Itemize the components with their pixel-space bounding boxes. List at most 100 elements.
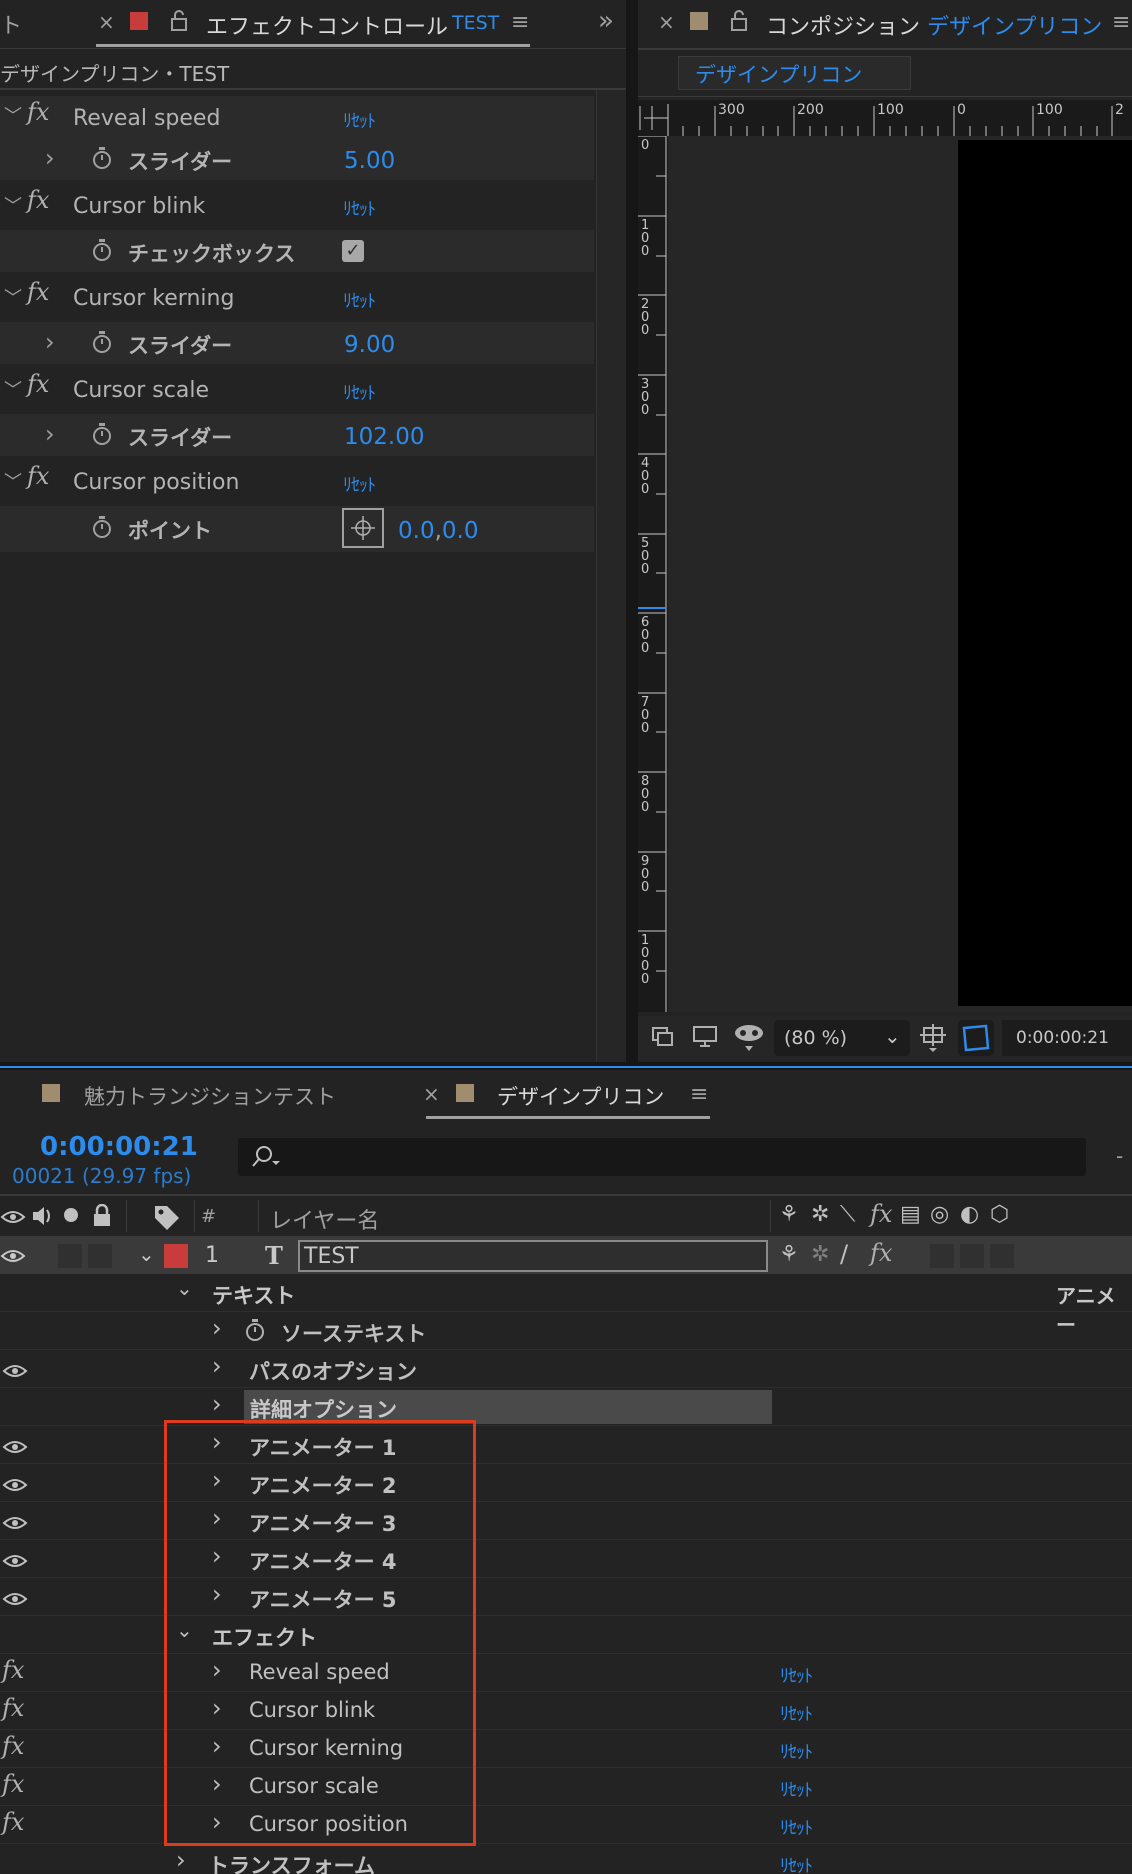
- snapshot-icon[interactable]: [650, 1024, 676, 1050]
- point-x-value[interactable]: 0.0: [398, 518, 435, 544]
- effect-switch-icon[interactable]: fx: [870, 1239, 892, 1267]
- 3d-layer-icon[interactable]: ⬡: [990, 1202, 1009, 1227]
- panel-menu-icon[interactable]: ≡: [1112, 10, 1130, 35]
- fx-icon[interactable]: fx: [27, 186, 49, 214]
- collapse-switch-icon[interactable]: ✲: [811, 1242, 829, 1267]
- chevron-down-icon[interactable]: ﹀: [4, 376, 22, 402]
- fx-icon[interactable]: fx: [27, 98, 49, 126]
- composition-tab-title[interactable]: コンポジション: [766, 9, 920, 41]
- reset-button[interactable]: ﾘｾｯﾄ: [780, 1776, 813, 1802]
- crosshair-point-button[interactable]: [342, 508, 384, 548]
- eye-icon[interactable]: [2, 1512, 28, 1534]
- effect-controls-tab-title[interactable]: エフェクトコントロール: [206, 9, 448, 41]
- layer-search-input[interactable]: [238, 1138, 1086, 1176]
- fx-icon[interactable]: fx: [27, 462, 49, 490]
- adjustment-switch[interactable]: [960, 1244, 984, 1268]
- chevron-right-icon[interactable]: ›: [212, 1390, 222, 1418]
- zoom-dropdown[interactable]: (80 %) ⌄: [774, 1020, 910, 1056]
- speaker-icon[interactable]: [30, 1204, 56, 1228]
- panel-menu-icon[interactable]: ≡: [511, 10, 529, 35]
- fx-icon[interactable]: fx: [2, 1770, 24, 1798]
- fx-icon[interactable]: fx: [2, 1656, 24, 1684]
- panel-menu-icon[interactable]: ≡: [690, 1082, 708, 1107]
- reset-button[interactable]: ﾘｾｯﾄ: [780, 1814, 813, 1840]
- effect-row[interactable]: ﹀ fx Cursor position ﾘｾｯﾄ: [0, 456, 594, 506]
- shy-icon[interactable]: ⚘: [779, 1202, 799, 1227]
- solo-switch[interactable]: [58, 1244, 82, 1268]
- property-group-row[interactable]: ⌄ テキスト アニメー: [0, 1274, 1132, 1337]
- column-layer-name-header[interactable]: レイヤー名: [270, 1203, 379, 1235]
- effect-row[interactable]: ﹀ fx Cursor scale ﾘｾｯﾄ: [0, 364, 594, 414]
- stopwatch-icon[interactable]: [91, 146, 113, 170]
- stopwatch-icon[interactable]: [91, 238, 113, 262]
- shy-switch-icon[interactable]: ⚘: [779, 1242, 799, 1267]
- timeline-option-icon[interactable]: ‑: [1116, 1144, 1123, 1168]
- effect-row[interactable]: ﹀ fx Cursor kerning ﾘｾｯﾄ: [0, 272, 594, 322]
- chevron-down-icon[interactable]: ﹀: [4, 102, 22, 128]
- previous-tab-label[interactable]: ト: [0, 8, 22, 40]
- composition-canvas[interactable]: [958, 140, 1132, 1006]
- quality-switch-icon[interactable]: ∕: [840, 1240, 848, 1268]
- fx-icon[interactable]: fx: [27, 278, 49, 306]
- quality-icon[interactable]: ⟍: [840, 1202, 855, 1227]
- chevron-right-icon[interactable]: ›: [176, 1846, 186, 1874]
- reset-button[interactable]: ﾘｾｯﾄ: [343, 471, 376, 497]
- chevron-right-icon[interactable]: ›: [45, 328, 55, 356]
- composition-viewer[interactable]: [668, 136, 1132, 1012]
- chevron-right-icon[interactable]: ›: [45, 144, 55, 172]
- reset-button[interactable]: ﾘｾｯﾄ: [780, 1662, 813, 1688]
- reset-button[interactable]: ﾘｾｯﾄ: [343, 195, 376, 221]
- point-y-value[interactable]: 0.0: [442, 518, 479, 544]
- reset-button[interactable]: ﾘｾｯﾄ: [780, 1700, 813, 1726]
- scrollbar[interactable]: [596, 90, 626, 1062]
- fx-icon[interactable]: fx: [2, 1732, 24, 1760]
- fx-icon[interactable]: fx: [2, 1694, 24, 1722]
- motion-blur-icon[interactable]: ◎: [930, 1202, 949, 1227]
- eye-icon[interactable]: [0, 1206, 26, 1228]
- lock-icon[interactable]: [729, 10, 749, 32]
- grid-guide-icon[interactable]: [918, 1022, 948, 1052]
- property-row[interactable]: › パスのオプション: [0, 1350, 1132, 1388]
- layer-name-field[interactable]: TEST: [298, 1240, 768, 1272]
- close-icon[interactable]: ×: [423, 1082, 440, 1106]
- chevron-down-icon[interactable]: ﹀: [4, 284, 22, 310]
- reset-button[interactable]: ﾘｾｯﾄ: [343, 287, 376, 313]
- lock-icon[interactable]: [92, 1204, 112, 1228]
- monitor-icon[interactable]: [692, 1024, 718, 1050]
- fx-icon[interactable]: fx: [870, 1200, 892, 1228]
- chevron-down-icon[interactable]: ⌄: [138, 1242, 155, 1266]
- property-group-row[interactable]: › トランスフォーム ﾘｾｯﾄ: [0, 1844, 1132, 1874]
- mask-visibility-icon[interactable]: [732, 1022, 766, 1052]
- stopwatch-icon[interactable]: [91, 422, 113, 446]
- layer-row[interactable]: ⌄ 1 T TEST ⚘ ✲ ∕ fx: [0, 1238, 1132, 1274]
- stopwatch-icon[interactable]: [91, 330, 113, 354]
- effect-row[interactable]: ﹀ fx Reveal speed ﾘｾｯﾄ: [0, 96, 594, 138]
- fx-icon[interactable]: fx: [27, 370, 49, 398]
- eye-icon[interactable]: [2, 1360, 28, 1382]
- adjustment-layer-icon[interactable]: ◐: [960, 1202, 979, 1227]
- reset-button[interactable]: ﾘｾｯﾄ: [343, 379, 376, 405]
- checkbox[interactable]: ✓: [342, 240, 364, 262]
- chevron-right-icon[interactable]: ›: [212, 1314, 222, 1342]
- reset-button[interactable]: ﾘｾｯﾄ: [780, 1738, 813, 1764]
- timeline-tab-active[interactable]: デザインプリコン: [497, 1081, 664, 1111]
- eye-icon[interactable]: [2, 1436, 28, 1458]
- stopwatch-icon[interactable]: [91, 515, 113, 539]
- chevron-down-icon[interactable]: ﹀: [4, 468, 22, 494]
- chevron-down-icon[interactable]: ⌄: [176, 1276, 193, 1300]
- close-icon[interactable]: ×: [98, 10, 115, 34]
- slider-value[interactable]: 9.00: [344, 332, 395, 358]
- lock-switch[interactable]: [88, 1244, 112, 1268]
- fx-icon[interactable]: fx: [2, 1808, 24, 1836]
- chevron-right-icon[interactable]: ›: [45, 420, 55, 448]
- slider-value[interactable]: 102.00: [344, 424, 424, 450]
- timecode-display[interactable]: 0:00:00:21: [1002, 1020, 1132, 1056]
- panel-splitter[interactable]: [626, 0, 638, 1062]
- chevron-down-icon[interactable]: ﹀: [4, 192, 22, 218]
- timeline-tab[interactable]: 魅力トランジションテスト: [84, 1081, 336, 1111]
- layer-label-color[interactable]: [164, 1244, 188, 1268]
- effect-row[interactable]: ﹀ fx Cursor blink ﾘｾｯﾄ: [0, 180, 594, 230]
- collapse-transform-icon[interactable]: ✲: [811, 1202, 829, 1227]
- stopwatch-icon[interactable]: [244, 1318, 266, 1342]
- close-icon[interactable]: ×: [658, 10, 675, 34]
